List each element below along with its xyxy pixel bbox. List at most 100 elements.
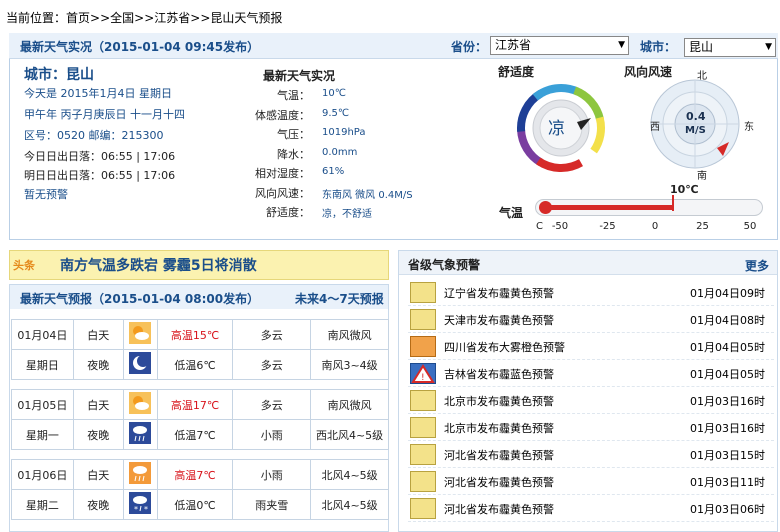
forecast-high-temp: 高温7℃ xyxy=(156,459,234,490)
warning-item[interactable]: 河北省发布霾黄色预警 01月03日15时 xyxy=(408,441,774,468)
warning-item-time: 01月03日06时 xyxy=(690,503,765,516)
forecast-day-wind: 南风微风 xyxy=(310,389,389,420)
realtime-row-label: 降水： xyxy=(277,147,310,161)
realtime-row-label: 体感温度： xyxy=(255,108,310,122)
city-select[interactable]: 昆山 ▼ xyxy=(684,38,776,57)
forecast-weekday: 星期二 xyxy=(11,489,74,520)
rain-icon xyxy=(129,422,152,447)
moon-icon xyxy=(129,352,152,377)
forecast-day-block: 01月04日 白天 高温15℃ 多云 南风微风 星期日 夜晚 低温6℃ 多云 南风3~4级 xyxy=(11,319,389,380)
breadcrumb-home-link[interactable]: 首页 xyxy=(66,11,90,25)
warning-item-text[interactable]: 北京市发布霾黄色预警 xyxy=(444,420,554,436)
warning-item-text[interactable]: 天津市发布霾黄色预警 xyxy=(444,312,554,328)
haze-yellow-icon xyxy=(410,444,436,465)
realtime-row-label: 气压： xyxy=(277,128,310,141)
warning-item-text[interactable]: 四川省发布大雾橙色预警 xyxy=(444,339,565,355)
realtime-row-value: 9.5℃ xyxy=(322,107,350,119)
svg-text:*: * xyxy=(134,505,138,514)
haze-yellow-icon xyxy=(410,390,436,411)
warning-item-time: 01月03日16时 xyxy=(690,422,765,435)
warning-item[interactable]: 北京市发布霾黄色预警 01月03日16时 xyxy=(408,387,774,414)
warning-item-time: 01月03日16时 xyxy=(690,395,765,408)
today-sunrise-sunset: 今日日出日落：06:55 | 17:06 xyxy=(24,150,176,163)
forecast-date: 01月06日 xyxy=(11,459,74,490)
breadcrumb-province-link[interactable]: 江苏省 xyxy=(154,11,190,25)
compass-east: 东 xyxy=(744,122,754,133)
headline-tag: 头条 xyxy=(13,259,35,272)
warning-more-link[interactable]: 更多 xyxy=(745,257,769,274)
warning-item-text[interactable]: 吉林省发布霾蓝色预警 xyxy=(444,366,554,382)
comfort-value: 凉 xyxy=(548,119,565,139)
breadcrumb-separator: >> xyxy=(90,11,111,25)
realtime-row-value: 10℃ xyxy=(322,88,346,99)
forecast-weekday: 星期一 xyxy=(11,419,74,450)
forecast-high-temp: 高温15℃ xyxy=(156,319,234,350)
warning-item[interactable]: ! 吉林省发布霾蓝色预警 01月04日05时 xyxy=(408,360,774,387)
forecast-day-label: 白天 xyxy=(72,459,124,490)
forecast-more-link[interactable]: 未来4～7天预报 xyxy=(295,290,384,307)
wind-unit: M/S xyxy=(685,125,706,136)
headline-link[interactable]: 南方气温多跌宕 雾霾5日将消散 xyxy=(60,255,257,275)
thermometer-label: 气温 xyxy=(499,206,524,220)
forecast-day-weather: 小雨 xyxy=(232,459,312,490)
warning-item[interactable]: 辽宁省发布霾黄色预警 01月04日09时 xyxy=(408,279,774,306)
warning-item[interactable]: 北京市发布霾黄色预警 01月03日16时 xyxy=(408,414,774,441)
forecast-night-label: 夜晚 xyxy=(72,489,124,520)
thermometer-tick-label: -25 xyxy=(599,221,616,232)
realtime-row-value: 东南风 微风 0.4M/S xyxy=(322,189,413,201)
forecast-low-temp: 低温6℃ xyxy=(156,349,234,380)
compass-west: 西 xyxy=(650,122,660,133)
forecast-day-label: 白天 xyxy=(72,319,124,350)
forecast-date: 01月05日 xyxy=(11,389,74,420)
sleet-icon: * * xyxy=(129,492,152,517)
realtime-row-label: 风向风速： xyxy=(255,186,310,200)
city-label: 城市： xyxy=(640,40,677,54)
warning-item-text[interactable]: 河北省发布霾黄色预警 xyxy=(444,501,554,517)
realtime-row-value: 0.0mm xyxy=(322,146,358,158)
city-name: 城市：昆山 xyxy=(24,67,94,83)
warning-item-text[interactable]: 河北省发布霾黄色预警 xyxy=(444,447,554,463)
compass-south: 南 xyxy=(697,171,707,182)
sunny-cloudy-icon xyxy=(129,392,152,417)
warning-item[interactable]: 河北省发布霾黄色预警 01月03日11时 xyxy=(408,468,774,495)
warning-item-text[interactable]: 河北省发布霾黄色预警 xyxy=(444,474,554,490)
warning-item-time: 01月04日09时 xyxy=(690,287,765,300)
forecast-day-icon-cell xyxy=(122,459,158,490)
forecast-high-temp: 高温17℃ xyxy=(156,389,234,420)
wind-speed: 0.4 xyxy=(686,110,706,123)
haze-yellow-icon xyxy=(410,309,436,330)
forecast-day-wind: 北风4~5级 xyxy=(310,459,389,490)
forecast-day-weather: 多云 xyxy=(232,319,312,350)
realtime-row-value: 凉，不舒适 xyxy=(322,209,372,220)
warning-item-text[interactable]: 北京市发布霾黄色预警 xyxy=(444,393,554,409)
chevron-down-icon: ▼ xyxy=(765,42,772,52)
warning-item[interactable]: 四川省发布大雾橙色预警 01月04日05时 xyxy=(408,333,774,360)
breadcrumb-nation-link[interactable]: 全国 xyxy=(110,11,134,25)
warning-item-time: 01月04日08时 xyxy=(690,314,765,327)
warning-item[interactable]: 天津市发布霾黄色预警 01月04日08时 xyxy=(408,306,774,333)
haze-yellow-icon xyxy=(410,282,436,303)
svg-text:!: ! xyxy=(421,373,425,383)
warning-item-time: 01月04日05时 xyxy=(690,341,765,354)
forecast-night-label: 夜晚 xyxy=(72,419,124,450)
warning-item[interactable]: 河北省发布霾黄色预警 01月03日06时 xyxy=(408,495,774,522)
warning-item-time: 01月03日11时 xyxy=(690,476,765,489)
forecast-day-label: 白天 xyxy=(72,389,124,420)
chevron-down-icon: ▼ xyxy=(618,40,625,50)
warning-item-text[interactable]: 辽宁省发布霾黄色预警 xyxy=(444,285,554,301)
forecast-night-wind: 南风3~4级 xyxy=(310,349,389,380)
lunar-date: 甲午年 丙子月庚辰日 十一月十四 xyxy=(24,108,185,121)
forecast-date: 01月04日 xyxy=(11,319,74,350)
forecast-night-label: 夜晚 xyxy=(72,349,124,380)
warning-title: 省级气象预警 xyxy=(408,258,481,272)
current-weather-title: 最新天气实况（2015-01-04 09:45发布） xyxy=(20,40,260,54)
thermometer-tick-label: -50 xyxy=(551,221,569,232)
forecast-night-weather: 多云 xyxy=(232,349,312,380)
warning-status-link[interactable]: 暂无预警 xyxy=(24,186,68,202)
warning-triangle-icon: ! xyxy=(410,363,436,384)
province-select[interactable]: 江苏省 ▼ xyxy=(490,36,629,55)
compass-north: 北 xyxy=(697,71,707,82)
forecast-night-icon-cell xyxy=(122,419,158,450)
forecast-title: 最新天气预报（2015-01-04 08:00发布） xyxy=(20,292,260,306)
province-select-value: 江苏省 xyxy=(495,38,532,52)
